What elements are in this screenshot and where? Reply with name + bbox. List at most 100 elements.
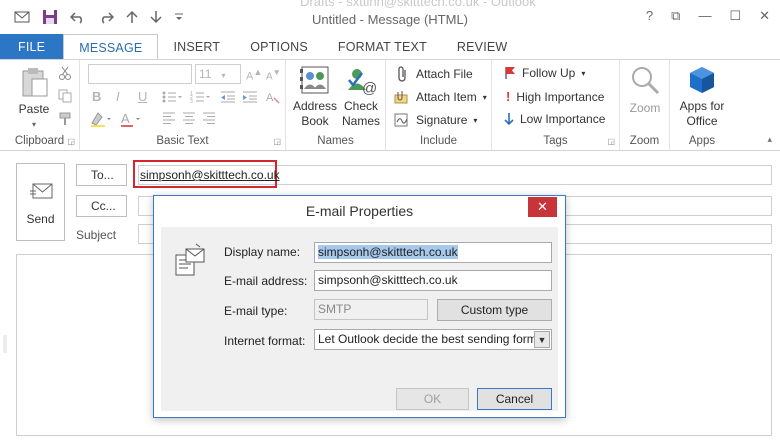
cancel-button[interactable]: Cancel [477, 388, 552, 410]
bold-button[interactable]: B [92, 89, 101, 104]
tags-group: Follow Up ▾ ! High Importance Low Importa… [492, 60, 620, 150]
follow-up-button[interactable]: Follow Up ▾ [504, 66, 585, 80]
tab-insert[interactable]: INSERT [158, 34, 235, 60]
address-book-icon [300, 66, 329, 94]
basic-text-label: Basic Text [156, 135, 209, 147]
shrink-font-icon[interactable]: A▼ [266, 67, 281, 82]
contact-card-icon [175, 243, 205, 276]
apps-group: Apps for Office Apps [670, 60, 734, 150]
display-name-input[interactable]: simpsonh@skitttech.co.uk [314, 242, 552, 263]
display-name-value: simpsonh@skitttech.co.uk [318, 245, 458, 259]
exclamation-icon: ! [506, 89, 511, 104]
display-name-label: Display name: [224, 245, 301, 259]
cc-button[interactable]: Cc... [76, 195, 127, 217]
email-address-label: E-mail address: [224, 274, 308, 288]
numbering-icon[interactable]: 123 [190, 90, 212, 107]
cut-icon[interactable] [58, 66, 72, 83]
email-properties-dialog: E-mail Properties ✕ Display name: simpso… [153, 195, 566, 418]
internet-format-label: Internet format: [224, 334, 306, 348]
dropdown-arrow-icon[interactable]: ▼ [534, 331, 550, 348]
email-type-label: E-mail type: [224, 304, 288, 318]
basic-text-group: 11 ▾ A▲ A▼ B I U 123 A A Basic Text ◲ [80, 60, 286, 150]
internet-format-select[interactable]: Let Outlook decide the best sending form… [314, 329, 552, 350]
align-right-icon[interactable] [202, 112, 216, 127]
clear-formatting-icon[interactable]: A [266, 90, 280, 107]
check-names-icon: @ [348, 69, 377, 95]
tab-file[interactable]: FILE [0, 34, 64, 60]
increase-indent-icon[interactable] [242, 90, 258, 107]
svg-text:@: @ [362, 80, 377, 95]
zoom-button[interactable]: Zoom [624, 65, 666, 116]
signature-icon [394, 113, 408, 127]
dialog-launcher-icon[interactable]: ◲ [607, 137, 615, 146]
svg-text:A: A [121, 111, 130, 126]
flag-icon [505, 67, 515, 79]
svg-text:3: 3 [190, 99, 193, 104]
down-arrow-icon [504, 113, 514, 126]
include-label: Include [419, 135, 458, 147]
dialog-body: Display name: simpsonh@skitttech.co.uk E… [161, 227, 558, 411]
tab-review[interactable]: REVIEW [442, 34, 523, 60]
custom-type-button[interactable]: Custom type [437, 299, 552, 321]
collapse-ribbon-icon[interactable]: ▴ [767, 134, 772, 145]
attach-file-button[interactable]: Attach File [396, 66, 473, 82]
dialog-title: E-mail Properties [305, 203, 414, 219]
chevron-down-icon: ▾ [31, 120, 36, 129]
tab-message[interactable]: MESSAGE [63, 34, 159, 60]
help-icon[interactable]: ? [646, 8, 653, 24]
check-names-button[interactable]: @ Check Names [338, 65, 384, 129]
subject-label: Subject [76, 228, 117, 242]
maximize-icon[interactable]: ☐ [729, 8, 741, 24]
clipboard-group: Paste ▾ Clipboard ◲ [0, 60, 80, 150]
dialog-close-button[interactable]: ✕ [528, 197, 557, 217]
tab-format-text[interactable]: FORMAT TEXT [323, 34, 442, 60]
align-left-icon[interactable] [162, 112, 176, 127]
svg-text:A: A [266, 92, 274, 104]
underline-button[interactable]: U [138, 89, 147, 104]
send-button[interactable]: Send [16, 163, 65, 241]
paperclip-icon [398, 66, 406, 82]
address-book-button[interactable]: Address Book [290, 65, 340, 129]
high-importance-button[interactable]: ! High Importance [506, 89, 604, 104]
dialog-launcher-icon[interactable]: ◲ [67, 137, 75, 146]
scroll-marker [3, 335, 7, 353]
apps-for-office-button[interactable]: Apps for Office [674, 65, 730, 129]
signature-button[interactable]: Signature ▾ [394, 112, 477, 128]
ribbon: Paste ▾ Clipboard ◲ 11 ▾ A▲ A▼ B I U 1 2… [0, 59, 780, 151]
tab-options[interactable]: OPTIONS [235, 34, 323, 60]
zoom-group: Zoom Zoom [620, 60, 670, 150]
to-recipient[interactable]: simpsonh@skitttech.co.uk [140, 168, 280, 182]
italic-button[interactable]: I [116, 89, 120, 104]
send-envelope-icon [30, 183, 53, 199]
ok-button: OK [396, 388, 469, 410]
ribbon-display-icon[interactable]: ⧉ [671, 8, 680, 24]
tags-label: Tags [543, 135, 568, 147]
paste-button[interactable]: Paste ▾ [14, 66, 54, 132]
email-type-input: SMTP [314, 299, 428, 320]
magnifier-icon [632, 67, 660, 95]
email-address-input[interactable]: simpsonh@skitttech.co.uk [314, 270, 552, 291]
font-size-combo[interactable]: 11 ▾ [195, 64, 241, 84]
background-window-title: Drafts - sxttinn@skitttech.co.uk - Outlo… [300, 0, 536, 9]
minimize-icon[interactable]: — [698, 8, 711, 24]
font-color-icon[interactable]: A [120, 111, 144, 130]
copy-icon[interactable] [58, 89, 72, 106]
grow-font-icon[interactable]: A▲ [246, 67, 262, 83]
format-painter-icon[interactable] [58, 112, 72, 129]
dialog-launcher-icon[interactable]: ◲ [273, 137, 281, 146]
align-center-icon[interactable] [182, 112, 196, 127]
ribbon-tabs: FILE MESSAGE INSERT OPTIONS FORMAT TEXT … [0, 34, 780, 60]
include-group: Attach File Attach Item ▾ Signature ▾ Incl… [386, 60, 492, 150]
decrease-indent-icon[interactable] [220, 90, 236, 107]
highlight-icon[interactable] [90, 111, 114, 130]
attach-item-icon [394, 91, 408, 104]
font-name-combo[interactable] [88, 64, 192, 84]
names-group: Address Book @ Check Names Names [286, 60, 386, 150]
attach-item-button[interactable]: Attach Item ▾ [394, 89, 487, 105]
title-bar: Drafts - sxttinn@skitttech.co.uk - Outlo… [0, 0, 780, 34]
bullets-icon[interactable] [162, 90, 184, 107]
to-button[interactable]: To... [76, 164, 127, 186]
close-icon[interactable]: ✕ [759, 8, 770, 24]
apps-for-office-icon [690, 67, 714, 93]
low-importance-button[interactable]: Low Importance [504, 112, 605, 126]
